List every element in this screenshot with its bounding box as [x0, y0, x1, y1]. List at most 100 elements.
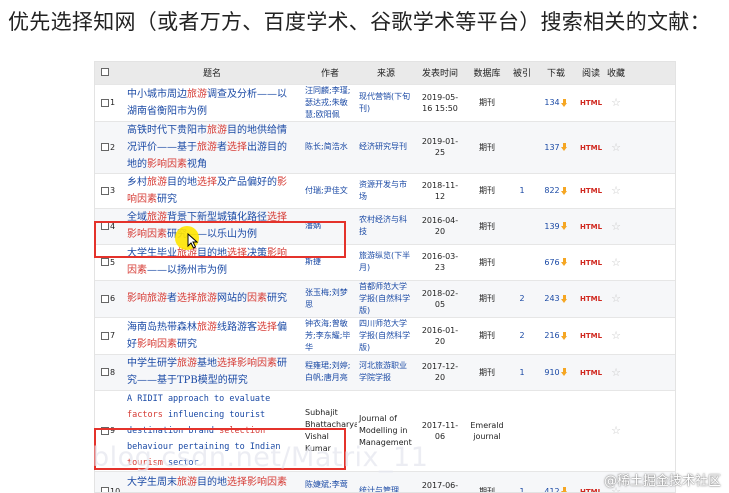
row-checkbox[interactable]: [101, 368, 109, 376]
select-all-checkbox[interactable]: [101, 68, 109, 77]
source-link[interactable]: 资源开发与市场: [359, 180, 407, 201]
header-downloads[interactable]: 下载: [535, 62, 577, 84]
download-count[interactable]: 139: [544, 222, 559, 231]
source-link[interactable]: 农村经济与科技: [359, 215, 407, 236]
favorite-star-icon[interactable]: ☆: [611, 256, 621, 269]
html-read-icon[interactable]: HTML: [580, 332, 602, 340]
download-icon[interactable]: [560, 487, 568, 492]
citation-count[interactable]: 1: [519, 368, 524, 377]
row-checkbox[interactable]: [101, 143, 109, 151]
download-icon[interactable]: [560, 368, 568, 376]
row-checkbox[interactable]: [101, 186, 109, 195]
download-icon[interactable]: [560, 143, 568, 151]
download-count[interactable]: 134: [544, 98, 559, 107]
download-count[interactable]: 822: [544, 186, 559, 195]
authors-link[interactable]: 钟衣海;曾敏芳;李东耀;毕华: [305, 319, 350, 352]
authors-link[interactable]: 陈长;简浩水: [305, 142, 348, 151]
download-icon[interactable]: [560, 331, 568, 340]
source-link[interactable]: 统计与管理: [359, 486, 399, 492]
row-select-cell[interactable]: 10: [95, 471, 121, 492]
download-count[interactable]: 676: [544, 258, 559, 267]
html-read-icon[interactable]: HTML: [580, 99, 602, 107]
authors-link[interactable]: 付瑞;尹佳文: [305, 186, 348, 195]
row-select-cell[interactable]: 4: [95, 208, 121, 244]
source-link[interactable]: 旅游纵览(下半月): [359, 251, 410, 272]
citation-count[interactable]: 1: [519, 487, 524, 492]
row-checkbox[interactable]: [101, 294, 109, 303]
download-count[interactable]: 910: [544, 368, 559, 377]
favorite-star-icon[interactable]: ☆: [611, 220, 621, 233]
row-checkbox[interactable]: [101, 487, 109, 492]
database-cell: 期刊: [479, 186, 495, 195]
download-icon[interactable]: [560, 294, 568, 303]
download-icon[interactable]: [560, 258, 568, 266]
html-read-icon[interactable]: HTML: [580, 187, 602, 195]
authors-link[interactable]: 程雍珺;刘婷;白帆;唐月亮: [305, 361, 350, 382]
html-read-icon[interactable]: HTML: [580, 144, 602, 152]
authors-link[interactable]: 陈婕斌;李莺翠: [305, 480, 348, 492]
article-title-link[interactable]: 海南岛热带森林旅游线路游客选择偏好影响因素研究: [123, 319, 301, 353]
row-select-cell[interactable]: 8: [95, 354, 121, 390]
article-title-link[interactable]: 影响旅游者选择旅游网站的因素研究: [123, 290, 301, 307]
html-read-icon[interactable]: HTML: [580, 259, 602, 267]
row-checkbox[interactable]: [101, 222, 109, 230]
downloads-cell: 910: [535, 354, 577, 390]
favorite-star-icon[interactable]: ☆: [611, 424, 621, 437]
row-checkbox[interactable]: [101, 426, 109, 435]
header-database[interactable]: 数据库: [465, 62, 509, 84]
article-title-link[interactable]: 高铁时代下贵阳市旅游目的地供给情况评价——基于旅游者选择出游目的地的影响因素视角: [123, 122, 301, 173]
favorite-star-icon[interactable]: ☆: [611, 96, 621, 109]
header-title[interactable]: 题名: [121, 62, 303, 84]
header-authors[interactable]: 作者: [303, 62, 357, 84]
row-checkbox[interactable]: [101, 98, 109, 107]
favorite-star-icon[interactable]: ☆: [611, 184, 621, 197]
authors-link[interactable]: 汪同麟;李瑾;瑟达戎;朱敏慧;欧阳佩: [305, 86, 350, 119]
article-title-link[interactable]: 中学生研学旅游基地选择影响因素研究——基于TPB模型的研究: [123, 355, 301, 389]
download-count[interactable]: 243: [544, 294, 559, 303]
row-select-cell[interactable]: 3: [95, 173, 121, 208]
favorite-star-icon[interactable]: ☆: [611, 366, 621, 379]
article-title-link[interactable]: 乡村旅游目的地选择及产品偏好的影响因素研究: [123, 174, 301, 208]
citation-count[interactable]: 2: [519, 294, 524, 303]
row-select-cell[interactable]: 6: [95, 280, 121, 317]
authors-link[interactable]: 潘娲: [305, 221, 321, 230]
header-source[interactable]: 来源: [357, 62, 415, 84]
download-count[interactable]: 412: [544, 487, 559, 492]
header-date[interactable]: 发表时间: [415, 62, 465, 84]
html-read-icon[interactable]: HTML: [580, 223, 602, 231]
source-link[interactable]: 首都师范大学学报(自然科学版): [359, 282, 410, 315]
row-checkbox[interactable]: [101, 258, 109, 266]
source-link[interactable]: 经济研究导刊: [359, 142, 407, 151]
favorite-star-icon[interactable]: ☆: [611, 141, 621, 154]
download-count[interactable]: 137: [544, 143, 559, 152]
article-title-link[interactable]: 大学生周末旅游目的地选择影响因素研究——以广州为例: [123, 474, 301, 492]
download-icon[interactable]: [560, 222, 568, 230]
favorite-star-icon[interactable]: ☆: [611, 292, 621, 305]
citation-count[interactable]: 1: [519, 186, 524, 195]
spacer-cell: [627, 280, 675, 317]
source-link[interactable]: 河北旅游职业学院学报: [359, 361, 407, 382]
download-count[interactable]: 216: [544, 331, 559, 340]
article-title-link[interactable]: 中小城市周边旅游调查及分析——以湖南省衡阳市为例: [123, 86, 301, 120]
html-read-icon[interactable]: HTML: [580, 488, 602, 492]
source-link[interactable]: 现代营销(下旬刊): [359, 92, 410, 113]
html-read-icon[interactable]: HTML: [580, 369, 602, 377]
row-select-cell[interactable]: 7: [95, 317, 121, 354]
authors-link[interactable]: 斯捷: [305, 257, 321, 266]
download-icon[interactable]: [560, 186, 568, 195]
select-all-header[interactable]: [95, 62, 121, 84]
citation-count[interactable]: 2: [519, 331, 524, 340]
row-checkbox[interactable]: [101, 331, 109, 340]
row-select-cell[interactable]: 5: [95, 244, 121, 280]
article-title-link[interactable]: 全域旅游背景下新型城镇化路径选择影响因素研究——以乐山为例: [123, 209, 301, 243]
favorite-star-icon[interactable]: ☆: [611, 329, 621, 342]
title-cell: 中学生研学旅游基地选择影响因素研究——基于TPB模型的研究: [121, 354, 303, 390]
html-read-icon[interactable]: HTML: [580, 295, 602, 303]
header-citations[interactable]: 被引: [509, 62, 535, 84]
row-select-cell[interactable]: 2: [95, 121, 121, 173]
source-link[interactable]: 四川师范大学学报(自然科学版): [359, 319, 410, 352]
authors-link[interactable]: 张玉梅;刘梦思: [305, 288, 348, 309]
row-select-cell[interactable]: 1: [95, 84, 121, 121]
download-icon[interactable]: [560, 98, 568, 107]
article-title-link[interactable]: 大学生毕业旅游目的地选择决策影响因素——以扬州市为例: [123, 245, 301, 279]
